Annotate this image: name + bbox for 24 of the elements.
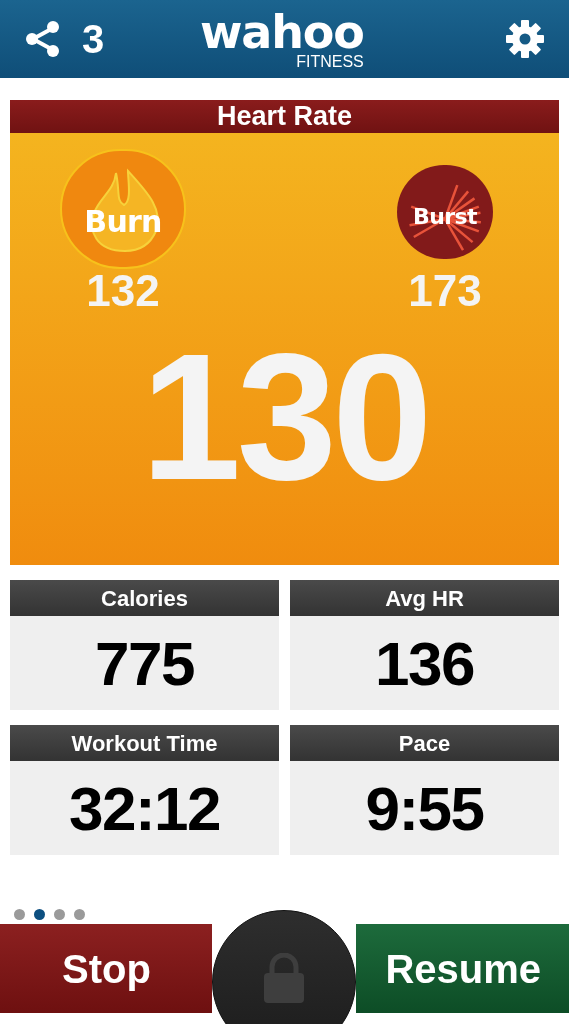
logo-subtitle: FITNESS: [296, 52, 364, 72]
resume-button[interactable]: Resume: [356, 924, 569, 1013]
tile-label: Avg HR: [385, 584, 464, 613]
tile-label: Pace: [398, 729, 451, 758]
burst-rays-drawing: [409, 184, 481, 251]
tile-label: Workout Time: [71, 729, 218, 758]
stop-button[interactable]: Stop: [0, 924, 212, 1013]
logo-wordmark: wahoo: [200, 12, 364, 52]
heart-rate-value: 130: [141, 327, 428, 507]
zone-label: Burst: [412, 202, 478, 231]
lock-icon: [262, 953, 306, 1003]
zone-label: Burn: [84, 202, 162, 241]
zone-value: 173: [408, 269, 482, 313]
lock-button[interactable]: [212, 910, 356, 1024]
tile-label: Calories: [101, 584, 188, 613]
share-count: 3: [82, 16, 105, 63]
settings-icon[interactable]: [505, 19, 545, 59]
tile-value: 136: [375, 627, 474, 700]
zone-value: 132: [86, 269, 160, 313]
tile-value: 9:55: [365, 772, 484, 845]
share-icon[interactable]: [24, 20, 62, 58]
tile-value: 775: [95, 627, 194, 700]
panel-title: Heart Rate: [216, 100, 353, 134]
tile-value: 32:12: [69, 772, 220, 845]
